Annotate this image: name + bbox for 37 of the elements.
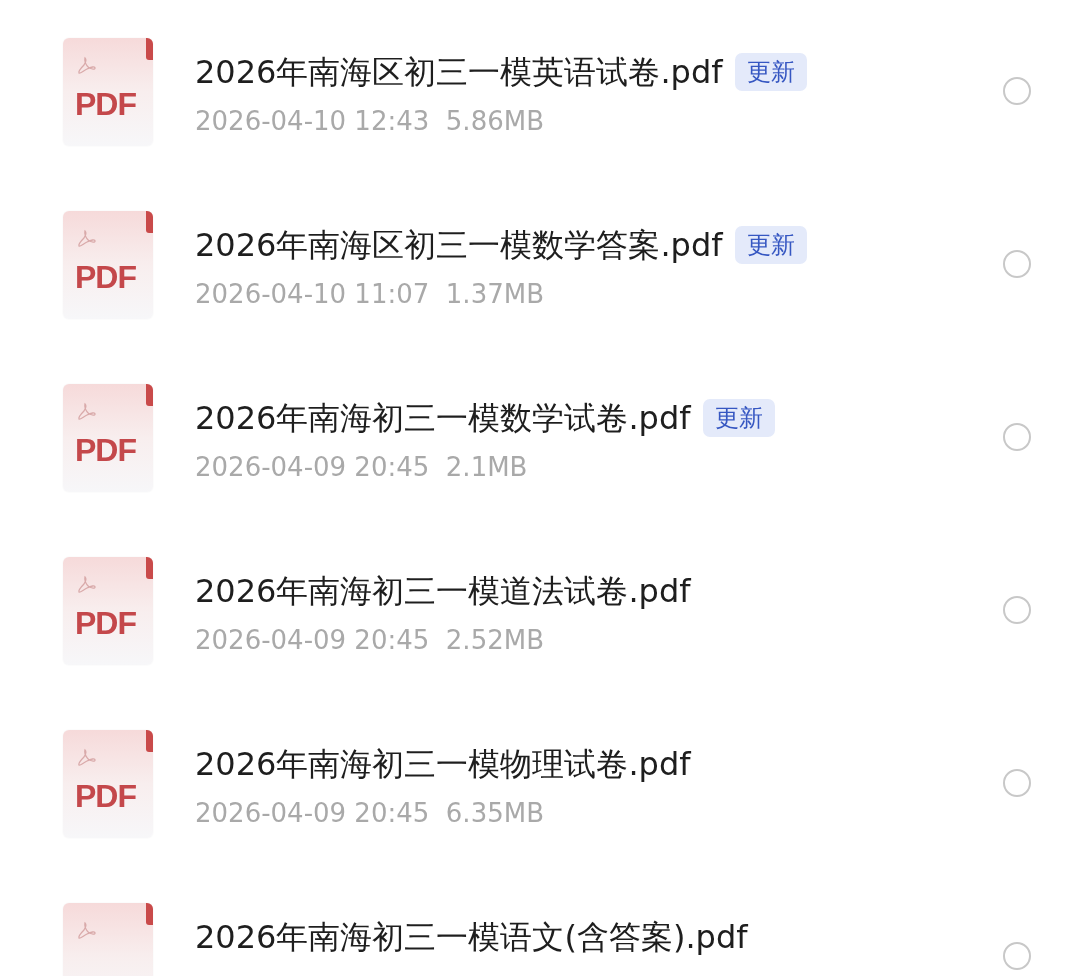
file-type-label: PDF <box>75 605 136 641</box>
file-name: 2026年南海初三一模语文(含答案).pdf <box>195 917 748 958</box>
corner-tab-icon <box>146 730 153 752</box>
file-meta: 2026-04-10 11:07 1.37MB <box>195 278 545 311</box>
file-meta: 2026-04-09 20:45 2.1MB <box>195 451 529 484</box>
acrobat-icon <box>77 402 97 422</box>
file-name: 2026年南海初三一模道法试卷.pdf <box>195 571 691 612</box>
file-type-label: PDF <box>75 86 136 122</box>
select-radio[interactable] <box>1003 769 1031 797</box>
select-radio[interactable] <box>1003 250 1031 278</box>
corner-tab-icon <box>146 211 153 233</box>
update-badge: 更新 <box>734 226 807 264</box>
file-type-label: PDF <box>75 259 136 295</box>
acrobat-icon <box>77 229 97 249</box>
update-badge: 更新 <box>734 53 807 91</box>
corner-tab-icon <box>146 38 153 60</box>
file-name: 2026年南海区初三一模数学答案.pdf <box>195 225 723 266</box>
file-type-label: PDF <box>75 432 136 468</box>
corner-tab-icon <box>146 557 153 579</box>
acrobat-icon <box>77 575 97 595</box>
acrobat-icon <box>77 748 97 768</box>
file-name: 2026年南海初三一模物理试卷.pdf <box>195 744 691 785</box>
select-radio[interactable] <box>1003 423 1031 451</box>
corner-tab-icon <box>146 384 153 406</box>
file-type-label: PDF <box>75 778 136 814</box>
select-radio[interactable] <box>1003 942 1031 970</box>
file-meta: 2026-04-09 20:45 2.52MB <box>195 624 545 657</box>
update-badge: 更新 <box>702 399 775 437</box>
corner-tab-icon <box>146 903 153 925</box>
acrobat-icon <box>77 56 97 76</box>
select-radio[interactable] <box>1003 77 1031 105</box>
acrobat-icon <box>77 921 97 941</box>
file-meta: 2026-04-10 12:43 5.86MB <box>195 105 545 138</box>
select-radio[interactable] <box>1003 596 1031 624</box>
file-meta: 2026-04-09 20:45 6.35MB <box>195 797 545 830</box>
file-name: 2026年南海初三一模数学试卷.pdf <box>195 398 691 439</box>
file-name: 2026年南海区初三一模英语试卷.pdf <box>195 52 723 93</box>
